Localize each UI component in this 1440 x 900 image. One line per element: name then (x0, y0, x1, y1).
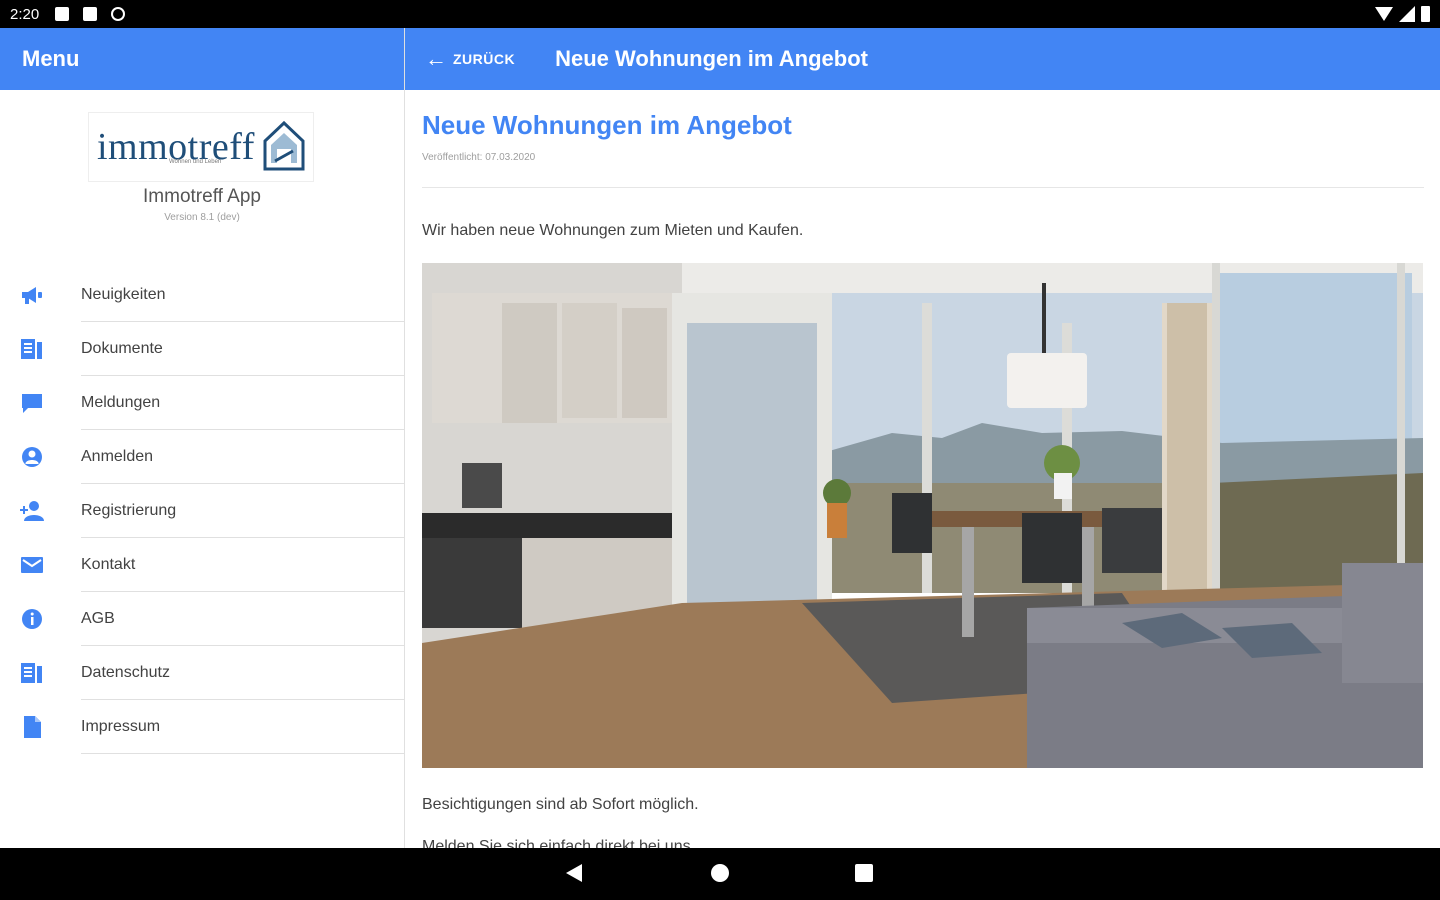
back-label: ZURÜCK (453, 51, 516, 67)
article-title: Neue Wohnungen im Angebot (422, 110, 792, 140)
add-person-icon (20, 501, 44, 521)
signal-icon (1399, 6, 1415, 22)
logo-tagline: Wohnen und Leben (169, 159, 222, 165)
drawer-item-dokumente[interactable]: Dokumente (0, 322, 404, 376)
sd-card-icon (83, 7, 98, 21)
drawer-header: Menu (0, 28, 404, 90)
drawer-menu: Neuigkeiten Dokumente Meldungen Anmelden… (0, 268, 404, 754)
page-title: Neue Wohnungen im Angebot (555, 46, 868, 71)
system-back-icon[interactable] (566, 864, 582, 882)
drawer-item-kontakt[interactable]: Kontakt (0, 538, 404, 592)
article-paragraph: Melden Sie sich einfach direkt bei uns. (422, 838, 696, 848)
system-navigation-bar (0, 848, 1440, 900)
drawer-item-neuigkeiten[interactable]: Neuigkeiten (0, 268, 404, 322)
navigation-drawer: immotreff Wohnen und Leben Immotreff App… (0, 90, 404, 848)
drawer-item-label: Kontakt (81, 556, 136, 573)
documents-icon (21, 339, 42, 359)
drawer-title: Menu (22, 46, 80, 71)
status-bar: 2:20 (0, 0, 1440, 28)
apartment-interior-photo (422, 263, 1423, 768)
wifi-icon (1375, 7, 1393, 21)
mail-icon (21, 557, 43, 573)
battery-icon (1421, 6, 1430, 22)
drawer-item-anmelden[interactable]: Anmelden (0, 430, 404, 484)
documents-icon (21, 663, 42, 683)
back-button[interactable]: ← ZURÜCK (425, 48, 515, 70)
drawer-item-label: Impressum (81, 718, 161, 735)
app-name: Immotreff App (143, 186, 261, 207)
house-logo-icon (263, 120, 305, 171)
megaphone-icon (22, 287, 42, 304)
content-toolbar: ← ZURÜCK Neue Wohnungen im Angebot (405, 28, 1440, 90)
drawer-item-meldungen[interactable]: Meldungen (0, 376, 404, 430)
drawer-item-label: Meldungen (81, 394, 161, 411)
immotreff-logo: immotreff Wohnen und Leben (88, 112, 314, 182)
drawer-item-datenschutz[interactable]: Datenschutz (0, 646, 404, 700)
article-view[interactable]: Neue Wohnungen im Angebot Veröffentlicht… (405, 90, 1440, 848)
drawer-item-label: Registrierung (81, 502, 177, 519)
chat-bubble-icon (22, 394, 42, 413)
article-published-date: Veröffentlicht: 07.03.2020 (422, 152, 536, 163)
system-home-icon[interactable] (711, 864, 729, 882)
drawer-item-registrierung[interactable]: Registrierung (0, 484, 404, 538)
status-time: 2:20 (10, 5, 40, 23)
drawer-item-impressum[interactable]: Impressum (0, 700, 404, 754)
drawer-item-agb[interactable]: AGB (0, 592, 404, 646)
system-recents-icon[interactable] (855, 864, 873, 882)
file-icon (24, 716, 41, 738)
arrow-left-icon: ← (425, 46, 447, 71)
drawer-item-label: Anmelden (81, 448, 154, 465)
app-version: Version 8.1 (dev) (164, 212, 240, 223)
drawer-item-label: AGB (81, 610, 115, 627)
drawer-item-label: Datenschutz (81, 664, 170, 681)
notification-square-icon (55, 7, 70, 21)
blocked-circle-icon (111, 7, 126, 21)
account-circle-icon (22, 447, 42, 467)
article-intro: Wir haben neue Wohnungen zum Mieten und … (422, 222, 804, 239)
article-paragraph: Besichtigungen sind ab Sofort möglich. (422, 796, 699, 813)
divider (422, 187, 1424, 188)
drawer-item-label: Neuigkeiten (81, 286, 166, 303)
drawer-item-label: Dokumente (81, 340, 163, 357)
info-icon (22, 609, 42, 629)
